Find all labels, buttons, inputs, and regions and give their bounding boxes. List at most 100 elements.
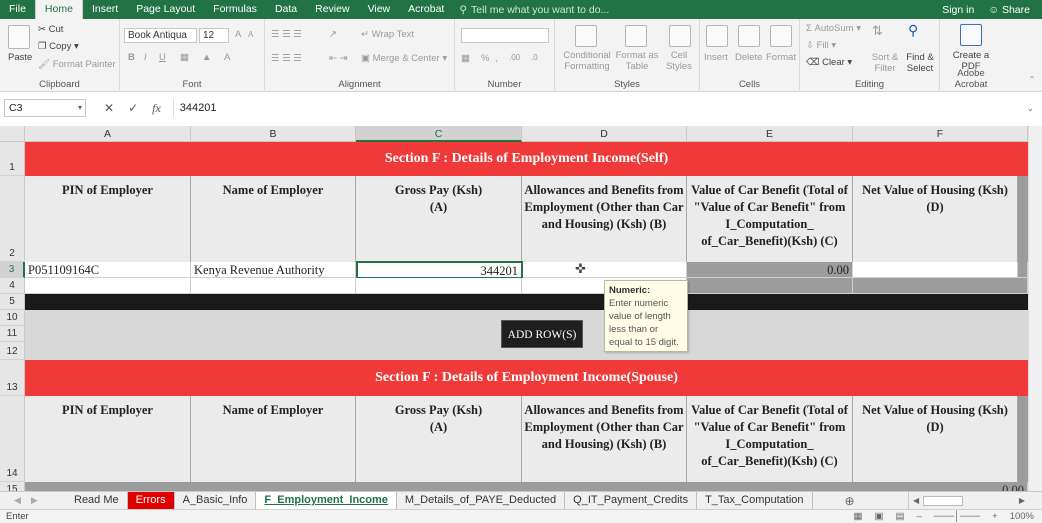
vertical-scrollbar[interactable] <box>1028 126 1042 491</box>
cut-button[interactable]: ✂ Cut <box>38 24 63 35</box>
cell-a4[interactable] <box>25 278 191 294</box>
insert-cells-button[interactable]: Insert <box>704 52 728 63</box>
zoom-slider[interactable]: ───│─── <box>934 511 980 522</box>
row-header-12[interactable]: 12 <box>0 342 25 360</box>
tab-page-layout[interactable]: Page Layout <box>127 0 204 19</box>
row-header-10[interactable]: 10 <box>0 310 25 326</box>
sheet-tab-payment-credits[interactable]: Q_IT_Payment_Credits <box>565 492 698 509</box>
column-header-a[interactable]: A <box>25 126 191 142</box>
sort-filter-button[interactable]: Sort & Filter <box>870 52 900 74</box>
tab-formulas[interactable]: Formulas <box>204 0 266 19</box>
expand-formula-icon[interactable]: ⌄ <box>1026 103 1042 114</box>
comma-button[interactable]: , <box>495 53 498 64</box>
sheet-tab-employment-income[interactable]: F_Employment_Income <box>256 492 397 509</box>
border-icon[interactable]: ▦ <box>180 52 189 63</box>
page-layout-icon[interactable]: ▣ <box>875 511 884 522</box>
underline-button[interactable]: U <box>159 52 166 63</box>
format-table-button[interactable]: Format as Table <box>615 50 659 72</box>
font-color-icon[interactable]: A <box>224 52 230 63</box>
normal-view-icon[interactable]: ▦ <box>854 511 863 522</box>
format-painter-button[interactable]: 🖌 Format Painter <box>38 59 116 70</box>
cell-d3[interactable] <box>523 262 687 278</box>
row-header-11[interactable]: 11 <box>0 326 25 342</box>
name-box[interactable]: C3 ▾ <box>4 99 86 117</box>
cell-b3[interactable]: Kenya Revenue Authority <box>191 262 356 278</box>
tab-view[interactable]: View <box>359 0 400 19</box>
column-header-b[interactable]: B <box>191 126 356 142</box>
row-header-1[interactable]: 1 <box>0 142 25 176</box>
zoom-level[interactable]: 100% <box>1010 511 1034 522</box>
row-header-15[interactable]: 15 <box>0 482 25 491</box>
column-header-e[interactable]: E <box>687 126 853 142</box>
font-size-combo[interactable]: 12 <box>199 28 229 43</box>
sheet-tab-read-me[interactable]: Read Me <box>66 492 128 509</box>
wrap-text-button[interactable]: ↵ Wrap Text <box>361 29 414 40</box>
clear-button[interactable]: ⌫ Clear ▾ <box>806 57 852 68</box>
row-15[interactable]: 0.00 <box>25 482 1028 491</box>
orientation-icon[interactable]: ↗ <box>329 29 337 40</box>
add-sheet-icon[interactable]: ⊕ <box>841 492 859 509</box>
scroll-thumb[interactable] <box>923 495 964 506</box>
sheet-tab-paye[interactable]: M_Details_of_PAYE_Deducted <box>397 492 566 509</box>
sign-in-link[interactable]: Sign in <box>942 4 974 16</box>
cell-c4[interactable] <box>356 278 522 294</box>
sheet-tab-basic-info[interactable]: A_Basic_Info <box>175 492 257 509</box>
cell-styles-button[interactable]: Cell Styles <box>661 50 697 72</box>
cell-a3[interactable]: P051109164C <box>25 262 191 278</box>
paste-button[interactable]: Paste <box>8 52 32 63</box>
collapse-ribbon-icon[interactable]: ⌃ <box>1028 75 1036 86</box>
row-header-4[interactable]: 4 <box>0 278 25 294</box>
delete-cells-button[interactable]: Delete <box>735 52 762 63</box>
next-sheet-icon[interactable]: ▶ <box>31 495 38 506</box>
prev-sheet-icon[interactable]: ◀ <box>14 495 21 506</box>
sheet-tab-errors[interactable]: Errors <box>127 492 175 509</box>
currency-icon[interactable]: ▦ <box>461 53 470 64</box>
column-header-f[interactable]: F <box>853 126 1028 142</box>
scroll-right-icon[interactable]: ▶ <box>1019 496 1028 505</box>
italic-button[interactable]: I <box>144 52 147 63</box>
cell-e4[interactable] <box>687 278 853 294</box>
fill-button[interactable]: ⇩ Fill ▾ <box>806 40 836 51</box>
row-header-2[interactable]: 2 <box>0 176 25 262</box>
enter-icon[interactable]: ✓ <box>128 101 138 116</box>
indent-icon[interactable]: ⇤ ⇥ <box>329 53 348 64</box>
percent-button[interactable]: % <box>481 53 489 64</box>
tab-data[interactable]: Data <box>266 0 306 19</box>
tab-insert[interactable]: Insert <box>83 0 127 19</box>
insert-function-icon[interactable]: fx <box>152 101 161 116</box>
add-rows-button[interactable]: ADD ROW(S) <box>501 320 583 348</box>
cell-f3[interactable] <box>853 262 1018 278</box>
number-format-combo[interactable] <box>461 28 549 43</box>
align-left-icon[interactable]: ☰ ☰ ☰ <box>271 53 302 64</box>
cancel-icon[interactable]: ✕ <box>104 101 114 116</box>
tab-home[interactable]: Home <box>34 0 83 19</box>
format-cells-button[interactable]: Format <box>766 52 796 63</box>
zoom-out-icon[interactable]: – <box>917 511 922 522</box>
select-all-corner[interactable] <box>0 126 25 142</box>
horizontal-scrollbar[interactable]: ◀ ▶ <box>908 492 1028 509</box>
scroll-left-icon[interactable]: ◀ <box>913 496 919 505</box>
conditional-formatting-button[interactable]: Conditional Formatting <box>561 50 613 72</box>
column-header-d[interactable]: D <box>522 126 687 142</box>
font-name-combo[interactable]: Book Antiqua <box>124 28 197 43</box>
sheet-tab-tax-computation[interactable]: T_Tax_Computation <box>697 492 813 509</box>
column-header-c[interactable]: C <box>356 126 522 142</box>
share-button[interactable]: ☺ Share <box>988 4 1030 16</box>
page-break-icon[interactable]: ▤ <box>896 511 905 522</box>
cell-c3[interactable]: 344201 <box>356 261 523 279</box>
merge-center-button[interactable]: ▣ Merge & Center ▾ <box>361 53 447 64</box>
cell-e3[interactable]: 0.00 <box>687 262 853 278</box>
copy-button[interactable]: ❐ Copy ▾ <box>38 41 79 52</box>
increase-decimal-button[interactable]: .00 <box>509 53 520 62</box>
formula-input[interactable]: 344201 <box>172 99 1027 117</box>
row-header-5[interactable]: 5 <box>0 294 25 310</box>
tab-file[interactable]: File <box>0 0 35 19</box>
align-top-icon[interactable]: ☰ ☰ ☰ <box>271 29 302 40</box>
autosum-button[interactable]: Σ AutoSum ▾ <box>806 23 861 34</box>
tab-review[interactable]: Review <box>306 0 358 19</box>
shrink-font-button[interactable]: A <box>248 30 253 39</box>
tell-me-box[interactable]: ⚲ Tell me what you want to do... <box>453 4 609 16</box>
tab-acrobat[interactable]: Acrobat <box>399 0 453 19</box>
zoom-in-icon[interactable]: + <box>992 511 998 522</box>
grow-font-button[interactable]: A <box>235 29 241 40</box>
